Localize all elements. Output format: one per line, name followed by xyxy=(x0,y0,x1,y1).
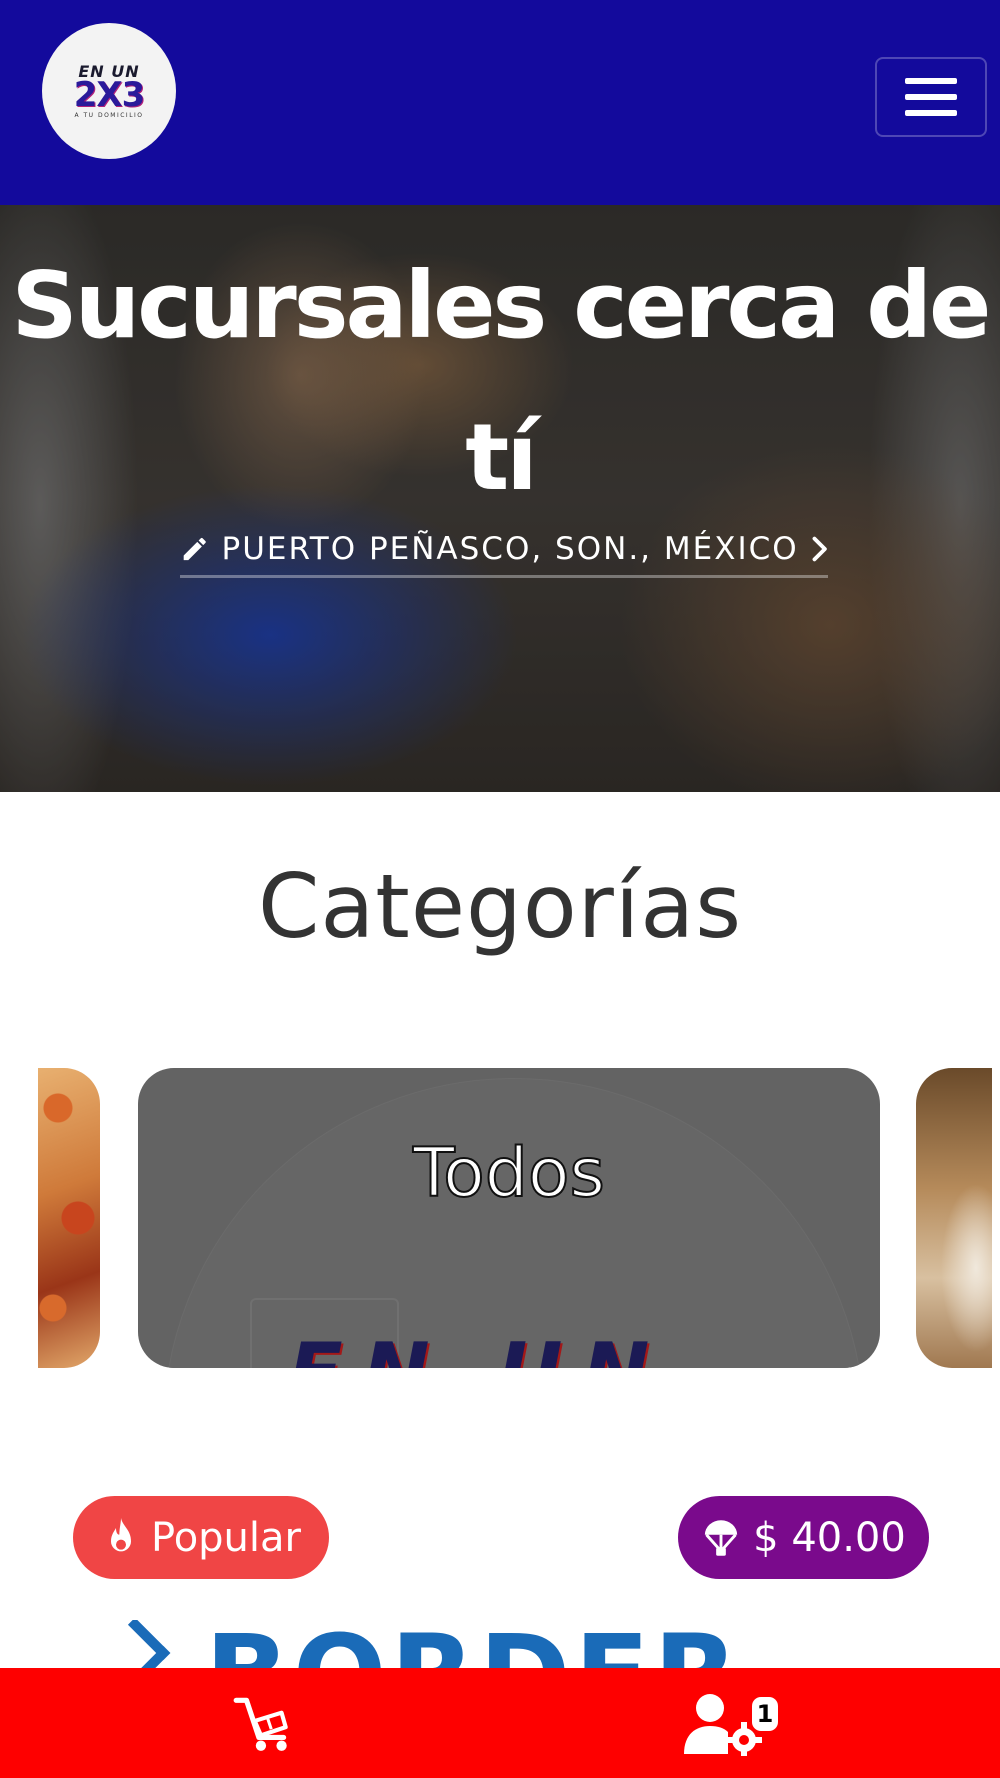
product-image[interactable]: BORDER xyxy=(60,1620,960,1668)
brand-logo[interactable]: EN UN 2X3 A TU DOMICILIO xyxy=(42,23,176,159)
hero-banner: Sucursales cerca de tí PUERTO PEÑASCO, S… xyxy=(0,205,1000,792)
location-text: PUERTO PEÑASCO, SON., MÉXICO xyxy=(221,531,799,567)
cart-icon[interactable] xyxy=(230,1690,296,1756)
menu-toggle-button[interactable] xyxy=(875,57,987,137)
parachute-icon xyxy=(705,1519,738,1556)
price-label: $ 40.00 xyxy=(753,1514,906,1561)
category-label: Todos xyxy=(412,1133,606,1214)
hero-title: Sucursales cerca de tí xyxy=(11,252,992,511)
pencil-icon xyxy=(183,537,206,561)
chevron-right-icon xyxy=(812,536,827,562)
bottom-navigation xyxy=(0,1668,1000,1778)
price-badge: $ 40.00 xyxy=(678,1496,929,1579)
location-selector[interactable]: PUERTO PEÑASCO, SON., MÉXICO xyxy=(180,531,828,578)
categories-heading: Categorías xyxy=(257,855,743,958)
category-image-logo: EN UN xyxy=(288,1326,669,1368)
fire-icon xyxy=(111,1517,131,1551)
hamburger-menu-icon xyxy=(905,78,957,84)
notification-count-badge: 1 xyxy=(752,1697,778,1731)
popular-label: Popular xyxy=(151,1514,301,1561)
top-navbar: EN UN 2X3 A TU DOMICILIO xyxy=(0,0,1000,205)
category-card-next[interactable] xyxy=(916,1068,992,1368)
category-card-todos[interactable]: EN UN Todos xyxy=(138,1068,880,1368)
popular-badge: Popular xyxy=(73,1496,329,1579)
category-card-previous[interactable] xyxy=(38,1068,100,1368)
